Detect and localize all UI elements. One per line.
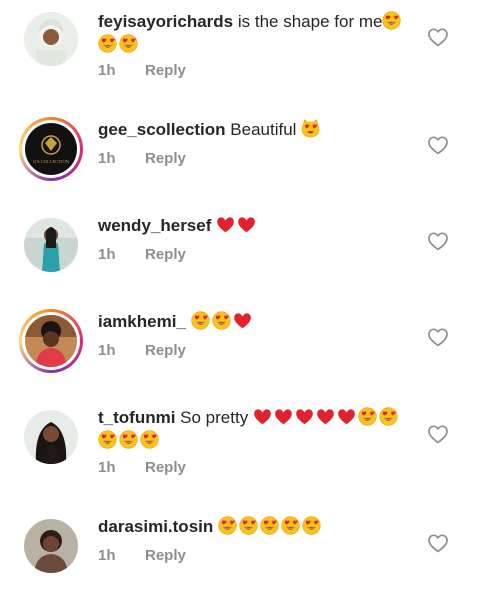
heart-outline-icon[interactable] (428, 136, 448, 156)
avatar[interactable] (19, 309, 83, 373)
timestamp: 1h (98, 62, 116, 79)
timestamp: 1h (98, 246, 116, 263)
heart-eyes-cat-emoji (301, 119, 320, 138)
comment-text: So pretty (175, 408, 253, 427)
heart-eyes-emoji (119, 34, 138, 53)
heart-outline-icon[interactable] (428, 28, 448, 48)
avatar-caption: G'S COLLECTION (33, 159, 70, 164)
timestamp: 1h (98, 150, 116, 167)
heart-eyes-emoji (119, 430, 138, 449)
reply-button[interactable]: Reply (145, 547, 186, 564)
reply-button[interactable]: Reply (145, 342, 186, 359)
reply-button[interactable]: Reply (145, 459, 186, 476)
heart-eyes-emoji (239, 516, 258, 535)
heart-eyes-emoji (260, 516, 279, 535)
heart-outline-icon[interactable] (428, 232, 448, 252)
comment-text: Beautiful (225, 120, 302, 139)
heart-eyes-emoji (218, 516, 237, 535)
heart-eyes-emoji (98, 34, 117, 53)
avatar[interactable] (24, 519, 78, 573)
red-heart-emoji (295, 407, 314, 426)
heart-eyes-emoji (382, 11, 402, 30)
username[interactable]: feyisayorichards (98, 12, 233, 31)
reply-button[interactable]: Reply (145, 246, 186, 263)
heart-eyes-emoji (358, 407, 377, 426)
red-heart-emoji (233, 311, 252, 330)
avatar[interactable] (24, 12, 78, 66)
username[interactable]: iamkhemi_ (98, 312, 186, 331)
red-heart-emoji (237, 215, 256, 234)
heart-outline-icon[interactable] (428, 534, 448, 554)
avatar[interactable] (24, 218, 78, 272)
heart-outline-icon[interactable] (428, 425, 448, 445)
reply-button[interactable]: Reply (145, 62, 186, 79)
heart-eyes-emoji (98, 430, 117, 449)
heart-eyes-emoji (212, 311, 231, 330)
username[interactable]: t_tofunmi (98, 408, 175, 427)
timestamp: 1h (98, 459, 116, 476)
reply-button[interactable]: Reply (145, 150, 186, 167)
timestamp: 1h (98, 547, 116, 564)
red-heart-emoji (274, 407, 293, 426)
heart-eyes-emoji (302, 516, 321, 535)
username[interactable]: wendy_hersef (98, 216, 211, 235)
heart-eyes-emoji (281, 516, 300, 535)
red-heart-emoji (253, 407, 272, 426)
username[interactable]: gee_scollection (98, 120, 226, 139)
username[interactable]: darasimi.tosin (98, 517, 213, 536)
heart-eyes-emoji (191, 311, 210, 330)
timestamp: 1h (98, 342, 116, 359)
comment-text: is the shape for me (233, 12, 383, 31)
red-heart-emoji (216, 215, 235, 234)
heart-outline-icon[interactable] (428, 328, 448, 348)
red-heart-emoji (316, 407, 335, 426)
avatar[interactable]: G'S COLLECTION (19, 117, 83, 181)
heart-eyes-emoji (379, 407, 398, 426)
heart-eyes-emoji (140, 430, 159, 449)
avatar[interactable] (24, 410, 78, 464)
red-heart-emoji (337, 407, 356, 426)
